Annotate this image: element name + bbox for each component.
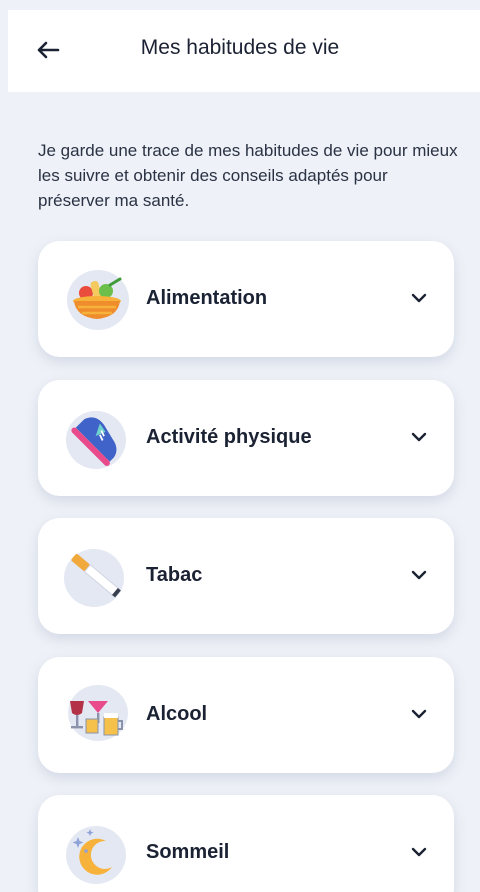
chevron-down-icon: [411, 432, 427, 442]
card-label: Alcool: [146, 703, 208, 725]
sneaker-icon: [66, 411, 126, 469]
card-sommeil[interactable]: Sommeil: [38, 795, 454, 892]
card-label: Sommeil: [146, 841, 230, 863]
screen: Mes habitudes de vie Je garde une trace …: [0, 0, 480, 892]
card-tabac[interactable]: Tabac: [38, 518, 454, 634]
card-activite-physique[interactable]: Activité physique: [38, 380, 454, 496]
app-header: Mes habitudes de vie: [8, 10, 480, 92]
cigarette-icon: [64, 549, 124, 607]
chevron-down-icon: [411, 570, 427, 580]
chevron-down-icon: [411, 293, 427, 303]
intro-text: Je garde une trace de mes habitudes de v…: [38, 141, 458, 210]
chevron-down-icon: [411, 709, 427, 719]
card-label: Alimentation: [146, 287, 268, 309]
card-alcool[interactable]: Alcool: [38, 657, 454, 773]
moon-icon: [66, 826, 126, 884]
card-alimentation[interactable]: Alimentation: [38, 241, 454, 357]
drinks-icon: [68, 685, 128, 741]
card-label: Activité physique: [146, 426, 312, 448]
food-basket-icon: [67, 270, 129, 330]
card-label: Tabac: [146, 564, 203, 586]
page-title: Mes habitudes de vie: [140, 36, 340, 59]
chevron-down-icon: [411, 847, 427, 857]
